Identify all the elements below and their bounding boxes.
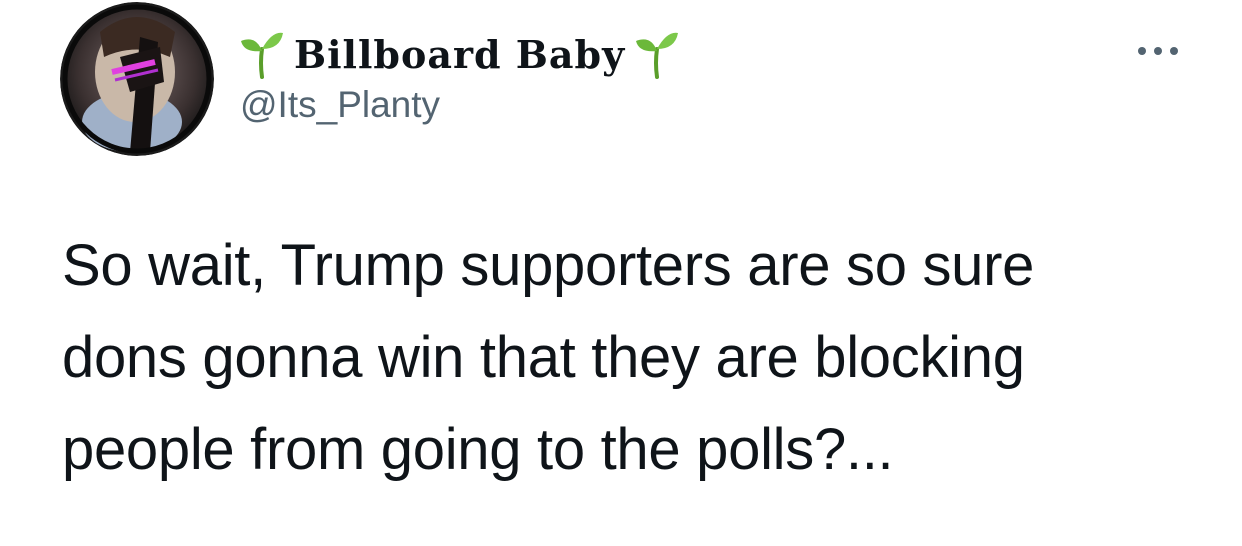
display-name: Billboard Baby xyxy=(294,31,626,77)
more-horizontal-icon-dot xyxy=(1170,47,1178,55)
seedling-icon xyxy=(636,32,679,79)
avatar-image xyxy=(60,2,214,156)
tweet-text-line: So wait, Trump supporters are so sure xyxy=(62,233,1035,298)
tweet-text-line: dons gonna win that they are blocking xyxy=(62,325,1025,390)
tweet-text-line: people from going to the polls?... xyxy=(62,417,894,482)
author-name-row[interactable]: Billboard Baby xyxy=(238,24,679,84)
avatar[interactable] xyxy=(60,2,214,156)
author-handle[interactable]: @Its_Planty xyxy=(240,84,440,126)
more-options-button[interactable] xyxy=(1128,38,1188,64)
seedling-icon xyxy=(241,32,283,79)
more-horizontal-icon xyxy=(1138,47,1146,55)
more-horizontal-icon-dot xyxy=(1154,47,1162,55)
tweet-text: So wait, Trump supporters are so sure do… xyxy=(62,220,1202,496)
tweet-card: Billboard Baby @Its_Planty So wait, Trum… xyxy=(0,0,1242,546)
